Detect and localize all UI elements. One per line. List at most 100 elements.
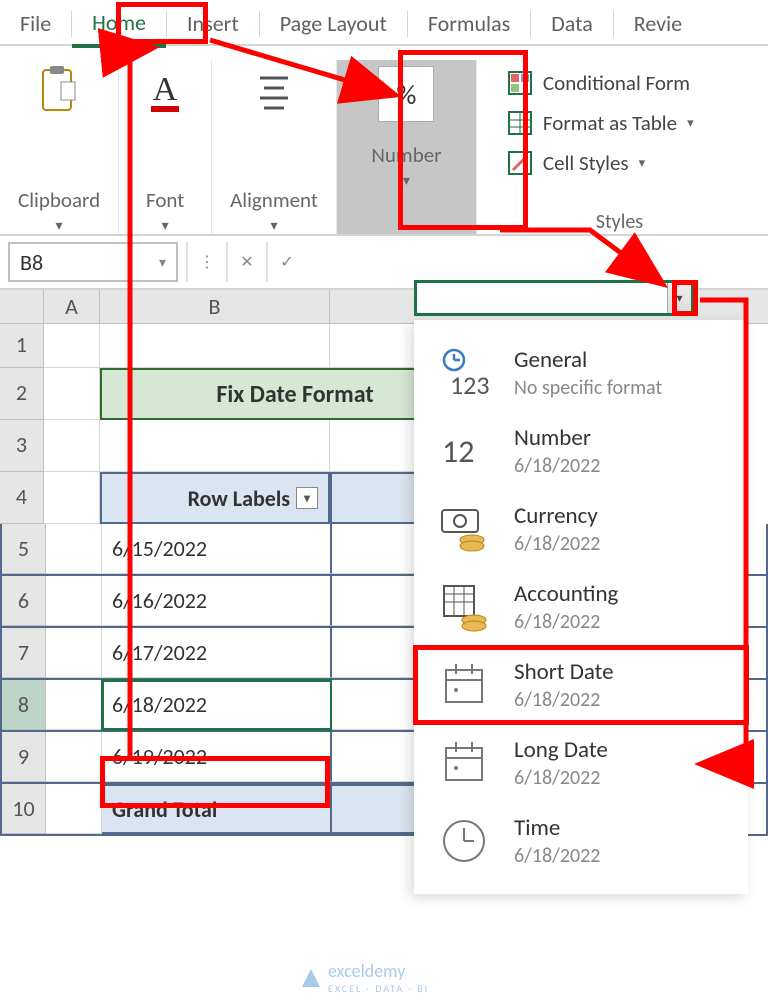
row-header[interactable]: 7 bbox=[2, 628, 46, 678]
tab-data[interactable]: Data bbox=[531, 4, 613, 45]
ribbon-tabs: File Home Insert Page Layout Formulas Da… bbox=[0, 0, 768, 46]
cell[interactable] bbox=[44, 324, 100, 368]
row-header[interactable]: 5 bbox=[2, 524, 46, 574]
cell-styles-icon bbox=[507, 150, 533, 176]
enter-icon[interactable]: ✓ bbox=[266, 242, 306, 282]
cell-styles-button[interactable]: Cell Styles ▾ bbox=[507, 150, 694, 176]
conditional-formatting-icon bbox=[507, 70, 533, 96]
format-option-short-date[interactable]: Short Date6/18/2022 bbox=[414, 646, 748, 724]
cell[interactable] bbox=[46, 732, 102, 782]
short-date-format-icon bbox=[436, 658, 492, 712]
chevron-down-icon: ▾ bbox=[162, 217, 169, 234]
format-option-subtitle: 6/18/2022 bbox=[514, 532, 600, 556]
cell-styles-label: Cell Styles bbox=[543, 150, 629, 176]
format-as-table-label: Format as Table bbox=[543, 110, 677, 136]
name-box[interactable]: B8 ▾ bbox=[8, 242, 178, 282]
long-date-format-icon bbox=[436, 736, 492, 790]
svg-text:123: 123 bbox=[450, 369, 490, 400]
tab-home[interactable]: Home bbox=[72, 3, 166, 48]
cell[interactable] bbox=[46, 524, 102, 574]
cell[interactable] bbox=[46, 628, 102, 678]
format-option-title: Long Date bbox=[514, 736, 608, 764]
active-cell-B8[interactable]: 6/18/2022 bbox=[102, 680, 332, 730]
formula-bar-options-icon[interactable]: ⋮ bbox=[186, 242, 226, 282]
row-header[interactable]: 2 bbox=[0, 368, 44, 420]
pivot-grand-total-label[interactable]: Grand Total bbox=[102, 784, 332, 834]
format-option-subtitle: 6/18/2022 bbox=[514, 610, 618, 634]
number-format-icon: 12 bbox=[436, 424, 492, 478]
cell[interactable] bbox=[100, 420, 330, 472]
tab-page-layout[interactable]: Page Layout bbox=[260, 4, 407, 45]
select-all-corner[interactable] bbox=[0, 290, 44, 323]
conditional-formatting-label: Conditional Form bbox=[543, 70, 690, 96]
pivot-row-label[interactable]: 6/17/2022 bbox=[102, 628, 332, 678]
format-option-subtitle: No specific format bbox=[514, 376, 662, 400]
group-font[interactable]: A Font ▾ bbox=[119, 60, 212, 234]
group-alignment[interactable]: Alignment ▾ bbox=[212, 60, 337, 234]
row-header[interactable]: 6 bbox=[2, 576, 46, 626]
chevron-down-icon: ▾ bbox=[639, 156, 646, 171]
time-format-icon bbox=[436, 814, 492, 868]
number-format-input[interactable]: ▾ bbox=[414, 280, 694, 316]
chevron-down-icon: ▾ bbox=[403, 172, 410, 189]
format-option-general[interactable]: 123 GeneralNo specific format bbox=[414, 334, 748, 412]
styles-group-label: Styles bbox=[489, 204, 750, 234]
row-header[interactable]: 10 bbox=[2, 784, 46, 834]
tab-review[interactable]: Revie bbox=[614, 4, 702, 45]
cell[interactable] bbox=[46, 576, 102, 626]
percent-icon: % bbox=[378, 66, 434, 122]
pivot-row-label[interactable]: 6/19/2022 bbox=[102, 732, 332, 782]
group-clipboard[interactable]: Clipboard ▾ bbox=[0, 60, 119, 234]
row-header[interactable]: 3 bbox=[0, 420, 44, 472]
tab-file[interactable]: File bbox=[0, 4, 71, 45]
row-header[interactable]: 8 bbox=[2, 680, 46, 730]
table-icon bbox=[507, 110, 533, 136]
pivot-row-label[interactable]: 6/15/2022 bbox=[102, 524, 332, 574]
currency-format-icon bbox=[436, 502, 492, 556]
pivot-header-label: Row Labels bbox=[188, 485, 290, 512]
format-option-subtitle: 6/18/2022 bbox=[514, 454, 600, 478]
format-option-title: Accounting bbox=[514, 580, 618, 608]
cell[interactable] bbox=[46, 784, 102, 834]
clipboard-icon bbox=[31, 60, 87, 120]
pivot-row-label[interactable]: 6/16/2022 bbox=[102, 576, 332, 626]
format-option-title: General bbox=[514, 346, 662, 374]
column-header-B[interactable]: B bbox=[100, 290, 330, 323]
watermark-brand: exceldemy bbox=[328, 960, 405, 982]
filter-dropdown-icon[interactable]: ▾ bbox=[296, 487, 318, 509]
chevron-down-icon: ▾ bbox=[56, 217, 63, 234]
row-header[interactable]: 1 bbox=[0, 324, 44, 368]
row-header[interactable]: 9 bbox=[2, 732, 46, 782]
cancel-icon[interactable]: ✕ bbox=[226, 242, 266, 282]
group-number[interactable]: % Number ▾ bbox=[337, 60, 477, 234]
format-option-accounting[interactable]: Accounting6/18/2022 bbox=[414, 568, 748, 646]
watermark: exceldemy EXCEL · DATA · BI bbox=[300, 960, 429, 995]
alignment-label: Alignment bbox=[230, 187, 318, 213]
chevron-down-icon[interactable]: ▾ bbox=[159, 254, 166, 271]
row-header[interactable]: 4 bbox=[0, 472, 44, 524]
conditional-formatting-button[interactable]: Conditional Form bbox=[507, 70, 694, 96]
format-option-title: Time bbox=[514, 814, 600, 842]
format-as-table-button[interactable]: Format as Table ▾ bbox=[507, 110, 694, 136]
number-format-dropdown-button[interactable]: ▾ bbox=[667, 283, 691, 313]
name-box-value: B8 bbox=[20, 249, 43, 276]
format-option-time[interactable]: Time6/18/2022 bbox=[414, 802, 748, 880]
tab-formulas[interactable]: Formulas bbox=[408, 4, 530, 45]
format-option-currency[interactable]: Currency6/18/2022 bbox=[414, 490, 748, 568]
cell[interactable] bbox=[44, 472, 100, 524]
cell[interactable] bbox=[100, 324, 330, 368]
chevron-down-icon: ▾ bbox=[271, 217, 278, 234]
tab-insert[interactable]: Insert bbox=[167, 4, 259, 45]
ribbon: Clipboard ▾ A Font ▾ Alignment ▾ % Numbe… bbox=[0, 46, 768, 236]
column-header-A[interactable]: A bbox=[44, 290, 100, 323]
format-option-title: Short Date bbox=[514, 658, 614, 686]
svg-text:A: A bbox=[153, 71, 178, 108]
format-option-title: Currency bbox=[514, 502, 600, 530]
pivot-header-row-labels[interactable]: Row Labels ▾ bbox=[100, 472, 330, 524]
cell[interactable] bbox=[44, 368, 100, 420]
cell[interactable] bbox=[44, 420, 100, 472]
format-option-long-date[interactable]: Long Date6/18/2022 bbox=[414, 724, 748, 802]
general-format-icon: 123 bbox=[436, 346, 492, 400]
cell[interactable] bbox=[46, 680, 102, 730]
format-option-number[interactable]: 12 Number6/18/2022 bbox=[414, 412, 748, 490]
